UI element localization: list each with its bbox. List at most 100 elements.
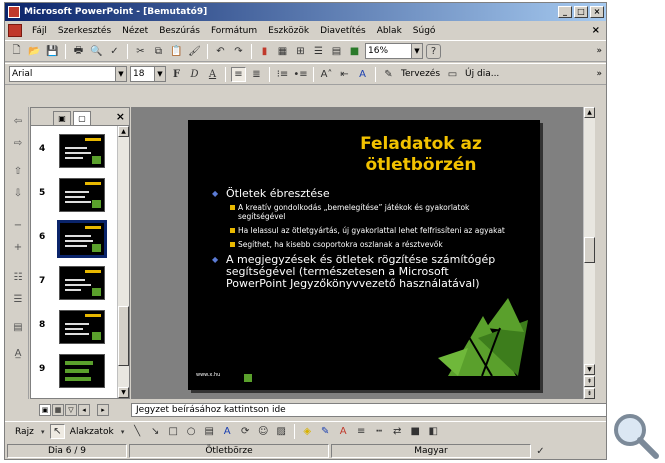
pane-close-icon[interactable]: × — [116, 110, 125, 123]
menu-insert[interactable]: Beszúrás — [154, 26, 205, 36]
design-button[interactable]: Tervezés — [399, 69, 442, 79]
arrow-icon[interactable]: ↘ — [148, 424, 163, 439]
format-painter-icon[interactable]: 🖌 — [187, 44, 202, 59]
align-center-icon[interactable]: ≣ — [249, 67, 264, 82]
expand-icon[interactable]: + — [10, 241, 26, 255]
slide-body[interactable]: Ötletek ébresztése A kreatív gondolkodás… — [208, 188, 508, 293]
diagram-icon[interactable]: ⟳ — [238, 424, 253, 439]
minimize-button[interactable]: _ — [558, 6, 572, 18]
tab-outline[interactable]: ▣ — [53, 111, 71, 125]
summary-slide-icon[interactable]: ▤ — [10, 321, 26, 335]
slide-edit-area[interactable]: Feladatok az ötletbörzén Ötletek ébreszt… — [131, 107, 595, 399]
normal-view-icon[interactable]: ▣ — [39, 404, 51, 416]
slide-thumbnail[interactable] — [59, 178, 105, 212]
toolbar-options-icon[interactable]: » — [596, 46, 602, 56]
scroll-down-icon[interactable]: ▼ — [118, 387, 129, 398]
arrow-style-icon[interactable]: ⇄ — [390, 424, 405, 439]
menu-tools[interactable]: Eszközök — [263, 26, 314, 36]
scroll-up-icon[interactable]: ▲ — [584, 107, 595, 118]
close-button[interactable]: × — [590, 6, 604, 18]
slide-thumbnail-row[interactable]: 9 — [31, 352, 119, 392]
font-color-icon[interactable]: A — [355, 67, 370, 82]
toolbar-options-icon[interactable]: » — [596, 69, 602, 79]
font-size-select[interactable]: 18 ▼ — [130, 66, 166, 82]
bold-button[interactable]: F — [169, 67, 184, 82]
chevron-down-icon[interactable]: ▼ — [115, 67, 126, 81]
chevron-down-icon[interactable]: ▾ — [39, 424, 47, 439]
line-style-icon[interactable]: ≡ — [354, 424, 369, 439]
scroll-right-icon[interactable]: ▸ — [97, 404, 109, 416]
slides-pane-scrollbar[interactable]: ▲ ▼ — [117, 126, 129, 398]
3d-icon[interactable]: ◧ — [426, 424, 441, 439]
paste-icon[interactable]: 📋 — [169, 44, 184, 59]
rectangle-icon[interactable]: □ — [166, 424, 181, 439]
promote-icon[interactable]: ⇦ — [10, 115, 26, 129]
decrease-indent-icon[interactable]: ⇤ — [337, 67, 352, 82]
previous-slide-icon[interactable]: ⇞ — [584, 376, 595, 387]
increase-font-icon[interactable]: A˄ — [319, 67, 334, 82]
insert-picture-icon[interactable]: ▨ — [274, 424, 289, 439]
slide-thumbnail[interactable] — [59, 134, 105, 168]
menu-edit[interactable]: Szerkesztés — [53, 26, 116, 36]
line-icon[interactable]: ╲ — [130, 424, 145, 439]
new-icon[interactable]: 🗋 — [9, 44, 24, 59]
collapse-all-icon[interactable]: ☷ — [10, 271, 26, 285]
menu-file[interactable]: Fájl — [27, 26, 52, 36]
line-color-icon[interactable]: ✎ — [318, 424, 333, 439]
expand-all-icon[interactable]: ☰ — [311, 44, 326, 59]
show-formatting-icon[interactable]: A̲ — [10, 347, 26, 361]
draw-menu-button[interactable]: Rajz — [13, 427, 36, 437]
next-slide-icon[interactable]: ⇟ — [584, 388, 595, 399]
chevron-down-icon[interactable]: ▾ — [119, 424, 127, 439]
slide-thumbnail-row[interactable]: 4 — [31, 132, 119, 172]
menu-help[interactable]: Súgó — [408, 26, 441, 36]
move-down-icon[interactable]: ⇩ — [10, 187, 26, 201]
chevron-down-icon[interactable]: ▼ — [154, 67, 165, 81]
help-icon[interactable]: ? — [426, 43, 441, 59]
fill-color-icon[interactable]: ◈ — [300, 424, 315, 439]
demote-icon[interactable]: ⇨ — [10, 137, 26, 151]
undo-icon[interactable]: ↶ — [213, 44, 228, 59]
slide-thumbnail-selected[interactable] — [57, 220, 107, 258]
underline-button[interactable]: A — [205, 67, 220, 82]
color-grayscale-icon[interactable]: ■ — [347, 44, 362, 59]
powerpoint-app-icon[interactable] — [8, 6, 20, 18]
insert-chart-icon[interactable]: ▮ — [257, 44, 272, 59]
slide-title[interactable]: Feladatok az ötletbörzén — [336, 134, 506, 176]
bullets-icon[interactable]: •≡ — [293, 67, 308, 82]
slideshow-view-icon[interactable]: ▽ — [65, 404, 77, 416]
slide-thumbnail-row[interactable]: 7 — [31, 264, 119, 304]
select-objects-icon[interactable]: ↖ — [49, 424, 65, 439]
scroll-down-icon[interactable]: ▼ — [584, 364, 595, 375]
notes-pane[interactable]: Jegyzet beírásához kattintson ide — [131, 403, 607, 417]
document-icon[interactable] — [8, 24, 22, 37]
document-close-button[interactable]: × — [592, 25, 600, 36]
textbox-icon[interactable]: ▤ — [202, 424, 217, 439]
slide-thumbnail-row[interactable]: 5 — [31, 176, 119, 216]
menu-format[interactable]: Formátum — [206, 26, 262, 36]
spelling-icon[interactable]: ✓ — [107, 44, 122, 59]
slide-thumbnail-row[interactable]: 8 — [31, 308, 119, 348]
menu-view[interactable]: Nézet — [117, 26, 153, 36]
italic-button[interactable]: D — [187, 67, 202, 82]
cut-icon[interactable]: ✂ — [133, 44, 148, 59]
numbering-icon[interactable]: ⁝≡ — [275, 67, 290, 82]
slide-thumbnail[interactable] — [59, 266, 105, 300]
shadow-icon[interactable]: ■ — [408, 424, 423, 439]
copy-icon[interactable]: ⧉ — [151, 44, 166, 59]
new-slide-button[interactable]: Új dia... — [463, 69, 501, 79]
insert-table-icon[interactable]: ▦ — [275, 44, 290, 59]
scroll-thumb[interactable] — [584, 237, 595, 263]
open-icon[interactable]: 📂 — [27, 44, 42, 59]
move-up-icon[interactable]: ⇧ — [10, 165, 26, 179]
autoshapes-menu-button[interactable]: Alakzatok — [68, 427, 116, 437]
zoom-select[interactable]: 16% ▼ — [365, 43, 423, 59]
print-preview-icon[interactable]: 🔍 — [89, 44, 104, 59]
menu-window[interactable]: Ablak — [372, 26, 407, 36]
tables-borders-icon[interactable]: ⊞ — [293, 44, 308, 59]
font-color-icon[interactable]: A — [336, 424, 351, 439]
slide-sorter-view-icon[interactable]: ▦ — [52, 404, 64, 416]
maximize-button[interactable]: □ — [574, 6, 588, 18]
slide-thumbnail-row-selected[interactable]: 6 — [31, 220, 119, 260]
design-icon[interactable]: ✎ — [381, 67, 396, 82]
